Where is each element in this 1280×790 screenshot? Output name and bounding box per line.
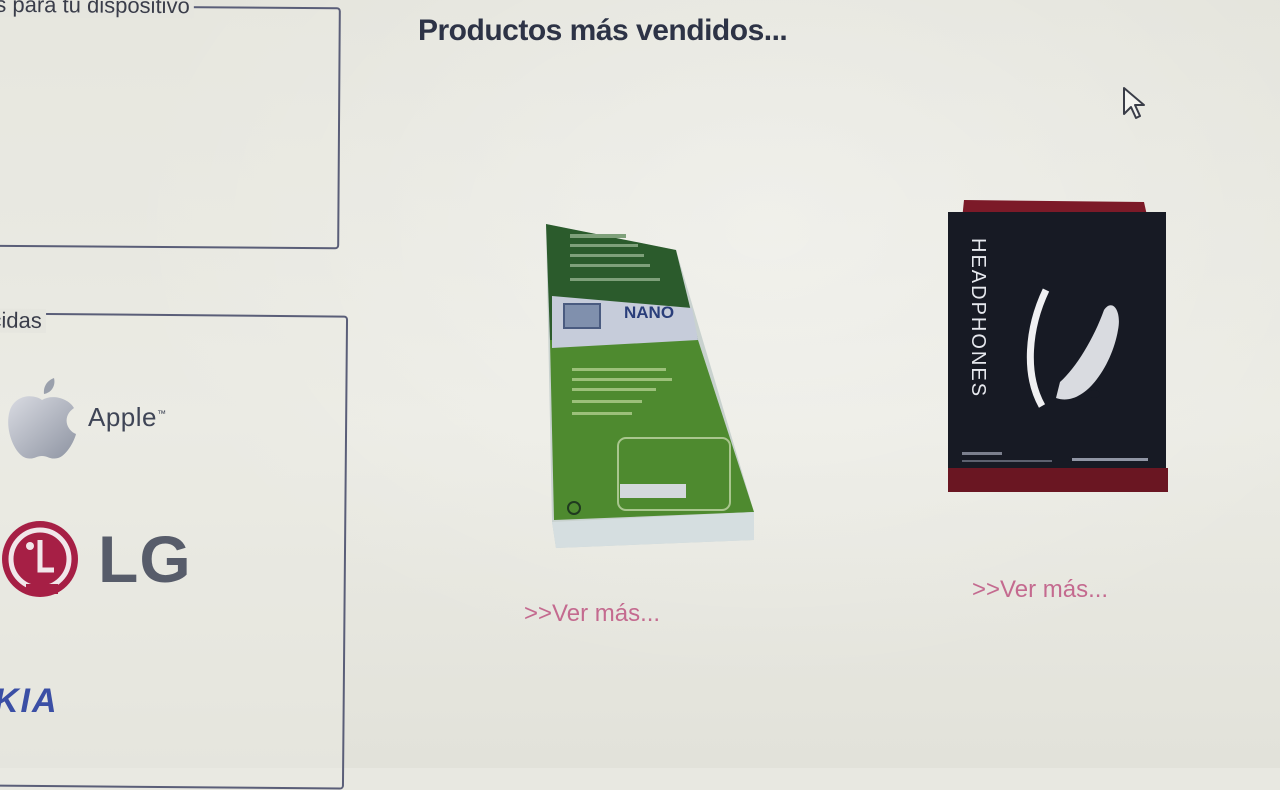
accessories-panel-title: rios para tu dispositivo — [0, 0, 194, 19]
brands-panel-title: nocidas — [0, 307, 46, 333]
product-more-link-1[interactable]: >>Ver más... — [524, 600, 660, 628]
product-image-headphones[interactable]: HEADPHONES — [944, 198, 1176, 500]
apple-logo-icon — [8, 378, 76, 459]
brand-label-apple: Apple™ — [88, 401, 167, 432]
best-sellers-title: Productos más vendidos... — [418, 14, 788, 47]
brand-link-nokia[interactable]: KIA — [0, 682, 59, 721]
accessories-panel: rios para tu dispositivo — [0, 0, 341, 250]
brand-link-lg[interactable]: LG — [0, 512, 192, 606]
product-package-text-nano: NANO — [624, 303, 674, 322]
product-more-link-2[interactable]: >>Ver más... — [972, 576, 1108, 604]
product-image-nano-adapter[interactable]: NANO — [540, 222, 762, 552]
lg-logo-icon — [2, 521, 78, 597]
brand-link-apple[interactable]: Apple™ — [4, 372, 167, 462]
mouse-cursor-icon — [1123, 87, 1145, 119]
brand-label-nokia: KIA — [0, 682, 59, 720]
product-package-text-headphones: HEADPHONES — [967, 238, 989, 398]
brand-label-lg: LG — [98, 522, 192, 596]
